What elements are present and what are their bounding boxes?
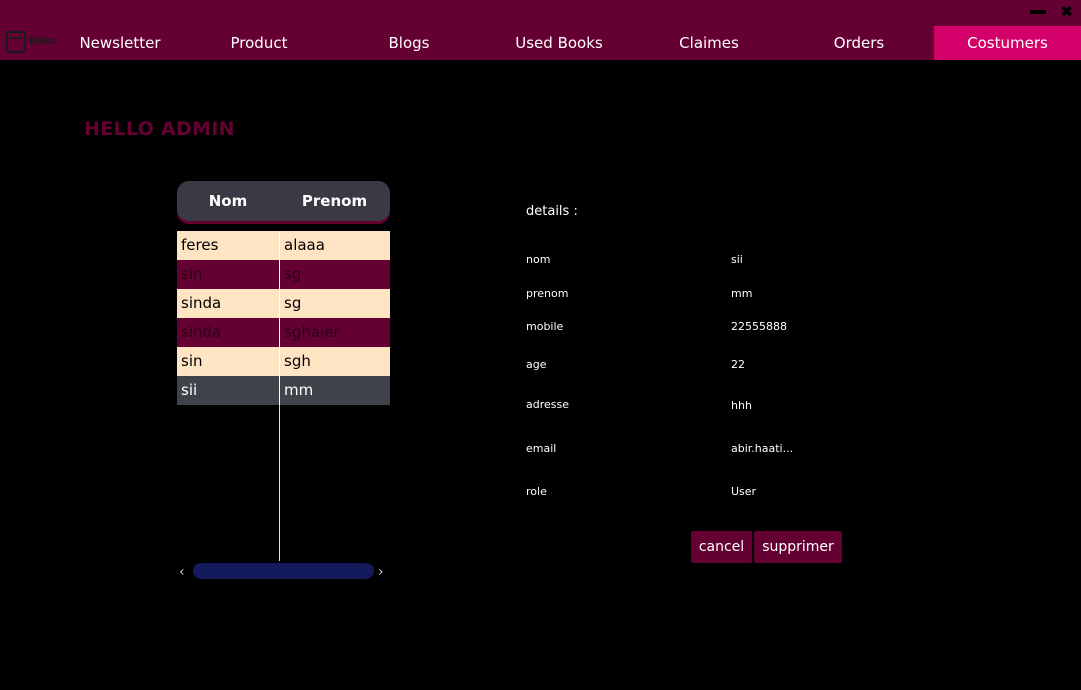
detail-label-email: email (526, 442, 557, 455)
detail-value-age: 22 (731, 358, 745, 371)
detail-value-mobile: 22555888 (731, 320, 787, 333)
detail-value-email: abir.haati... (731, 442, 794, 455)
page-title: HELLO ADMIN (84, 118, 235, 140)
table-row[interactable]: sin sgh (177, 347, 390, 376)
detail-label-role: role (526, 485, 547, 498)
nav-orders[interactable]: Orders (798, 26, 920, 60)
cell-prenom: alaaa (284, 236, 325, 254)
cell-prenom: sg (284, 265, 302, 283)
book-icon (6, 31, 26, 53)
scrollbar-thumb[interactable] (193, 563, 374, 579)
detail-value-adresse: hhh (731, 399, 752, 412)
customers-table: feres alaaa sin sg sinda sg sinda sghaie… (177, 231, 390, 561)
cancel-button[interactable]: cancel (691, 531, 752, 563)
column-header-prenom[interactable]: Prenom (279, 181, 390, 221)
details-title: details : (526, 204, 578, 219)
cell-prenom: sg (284, 294, 302, 312)
cell-nom: sinda (181, 323, 222, 341)
cell-prenom: sghaier (284, 323, 340, 341)
nav-used-books[interactable]: Used Books (498, 26, 620, 60)
cell-nom: sin (181, 352, 203, 370)
nav-product[interactable]: Product (198, 26, 320, 60)
detail-value-role: User (731, 485, 757, 498)
table-header: Nom Prenom (177, 181, 390, 221)
table-row-selected[interactable]: sii mm (177, 376, 390, 405)
table-row[interactable]: feres alaaa (177, 231, 390, 260)
column-header-nom[interactable]: Nom (177, 181, 279, 221)
cell-prenom: mm (284, 381, 314, 399)
top-navbar: B8ks Newsletter Product Blogs Used Books… (0, 26, 1081, 60)
detail-value-nom: sii (731, 253, 743, 266)
close-icon[interactable]: ✖ (1060, 3, 1073, 21)
nav-costumers[interactable]: Costumers (934, 26, 1081, 60)
cell-nom: sii (181, 381, 198, 399)
window-titlebar: ✖ (0, 0, 1081, 26)
nav-claimes[interactable]: Claimes (648, 26, 770, 60)
detail-label-age: age (526, 358, 547, 371)
table-row[interactable]: sinda sghaier (177, 318, 390, 347)
minimize-icon[interactable] (1030, 3, 1046, 21)
horizontal-scrollbar[interactable]: ‹ › (177, 562, 390, 582)
nav-blogs[interactable]: Blogs (348, 26, 470, 60)
detail-label-mobile: mobile (526, 320, 564, 333)
scroll-right-icon[interactable]: › (378, 562, 384, 582)
app-logo[interactable]: B8ks (6, 30, 58, 56)
cell-nom: feres (181, 236, 219, 254)
table-row[interactable]: sin sg (177, 260, 390, 289)
detail-label-adresse: adresse (526, 398, 570, 411)
scroll-left-icon[interactable]: ‹ (179, 562, 185, 582)
detail-value-prenom: mm (731, 287, 753, 300)
detail-label-nom: nom (526, 253, 551, 266)
logo-text: B8ks (29, 36, 57, 47)
cell-nom: sin (181, 265, 203, 283)
detail-label-prenom: prenom (526, 287, 569, 300)
cell-nom: sinda (181, 294, 222, 312)
delete-button[interactable]: supprimer (754, 531, 842, 563)
cell-prenom: sgh (284, 352, 311, 370)
table-row[interactable]: sinda sg (177, 289, 390, 318)
nav-newsletter[interactable]: Newsletter (60, 26, 180, 60)
